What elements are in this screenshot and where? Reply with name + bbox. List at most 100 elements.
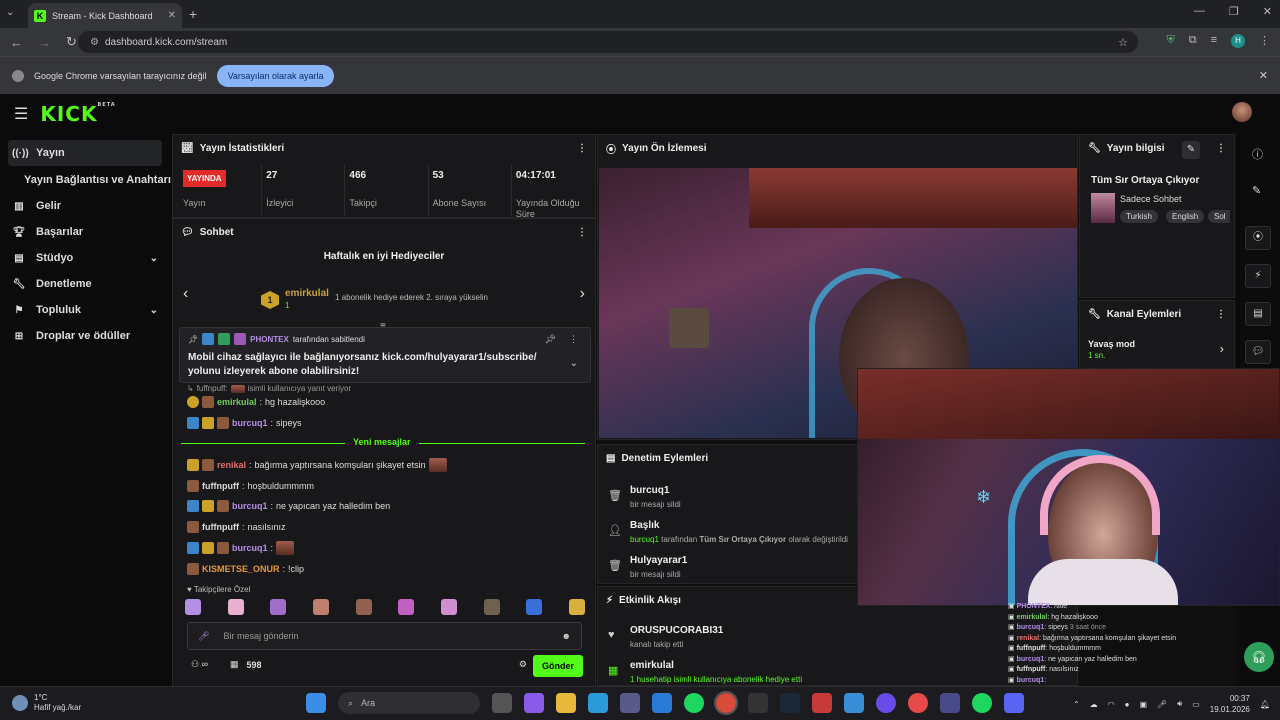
chat-toggle-button[interactable]: 💬︎ — [1245, 340, 1271, 364]
infinity-icon[interactable]: ⚇ ∞ — [191, 659, 208, 670]
taskbar-search[interactable]: ⌕ Ara — [338, 692, 480, 714]
emote-icon[interactable] — [398, 599, 415, 615]
chat-username[interactable]: burcuq1 — [232, 501, 268, 511]
sidebar-item-denetleme[interactable]: 🔧︎ Denetleme — [0, 271, 172, 297]
more-icon[interactable]: ⋮ — [577, 227, 587, 238]
sidebar-item-gelir[interactable]: ▥ Gelir — [0, 193, 172, 219]
kick-logo[interactable]: KICKBETA — [40, 102, 115, 126]
close-window-icon[interactable]: ✕ — [1263, 5, 1272, 18]
file-explorer-icon[interactable] — [556, 693, 576, 713]
app-icon[interactable] — [940, 693, 960, 713]
tab-search-icon[interactable]: ⌄ — [6, 7, 14, 18]
user-avatar[interactable] — [1232, 102, 1252, 122]
weather-widget[interactable]: 1°C Hafif yağ./kar — [12, 693, 81, 713]
emote-icon[interactable] — [270, 599, 287, 615]
support-headset-button[interactable]: 🎧︎ — [1244, 642, 1274, 672]
pinned-by-user[interactable]: PHONTEX — [250, 335, 289, 344]
sidebar-item-studyo[interactable]: ▤ Stüdyo ⌄ — [0, 245, 172, 271]
events-toggle-button[interactable]: ⚡︎ — [1245, 264, 1271, 288]
emote-icon[interactable] — [312, 599, 329, 615]
camera-overlay-window[interactable]: ❄ — [857, 368, 1280, 606]
info-icon[interactable]: ⓘ — [1252, 146, 1263, 162]
browser-tab[interactable]: K Stream - Kick Dashboard ✕ — [28, 3, 182, 28]
chat-username[interactable]: burcuq1 — [232, 418, 268, 428]
steam-icon[interactable] — [780, 693, 800, 713]
emote-icon[interactable] — [483, 599, 500, 615]
shield-extension-icon[interactable]: ⛨ — [1166, 34, 1174, 48]
edit-icon[interactable]: ✎ — [1252, 184, 1261, 197]
browser-menu-icon[interactable]: ⋮ — [1259, 34, 1270, 48]
more-icon[interactable]: ⋮ — [1216, 309, 1226, 320]
bookmark-star-icon[interactable]: ☆ — [1118, 36, 1128, 49]
stream-category[interactable]: Sadece Sohbet — [1120, 194, 1182, 204]
back-icon[interactable]: ← — [10, 35, 28, 50]
windows-start-icon[interactable] — [306, 693, 326, 713]
chevron-right-icon[interactable]: › — [1220, 341, 1224, 356]
new-tab-button[interactable]: + — [189, 6, 197, 22]
speaker-icon[interactable]: 🔊︎ — [1177, 699, 1182, 709]
sidebar-item-droplar[interactable]: ⊞ Droplar ve ödüller — [0, 323, 172, 349]
tray-app-icon[interactable]: ● — [1125, 700, 1130, 709]
chat-username[interactable]: fuffnpuff — [202, 522, 239, 532]
chevron-right-icon[interactable]: › — [580, 285, 585, 303]
tray-app-icon[interactable]: ▣ — [1139, 700, 1147, 709]
tab-list-icon[interactable]: ≡ — [1211, 34, 1217, 48]
chrome-icon[interactable] — [714, 691, 738, 715]
chat-username[interactable]: emirkulal — [217, 397, 257, 407]
more-icon[interactable]: ⋮ — [577, 143, 587, 154]
unpin-icon[interactable]: 📌︎ — [545, 334, 556, 345]
profile-avatar[interactable]: H — [1231, 34, 1245, 48]
clock[interactable]: 00:37 19.01.2026 — [1210, 693, 1250, 715]
mod-actions-toggle-button[interactable]: ▤ — [1245, 302, 1271, 326]
forward-icon[interactable]: → — [38, 35, 56, 50]
battery-icon[interactable]: ▭ — [1192, 700, 1200, 709]
top-gifter-name[interactable]: emirkulal — [285, 288, 329, 299]
emote-icon[interactable] — [526, 599, 543, 615]
chat-username[interactable]: burcuq1 — [232, 543, 268, 553]
edge-icon[interactable] — [588, 693, 608, 713]
menu-icon[interactable]: ☰ — [14, 104, 28, 124]
microphone-icon[interactable]: 🎤︎ — [198, 631, 209, 642]
sidebar-item-stream-key[interactable]: Yayın Bağlantısı ve Anahtarı — [0, 167, 172, 193]
chat-input[interactable]: 🎤︎ Bir mesaj gönderin ☻ — [187, 622, 582, 650]
emote-icon[interactable] — [568, 599, 585, 615]
infobar-close-icon[interactable]: ✕ — [1259, 69, 1268, 82]
outlook-icon[interactable] — [652, 693, 672, 713]
copilot-icon[interactable] — [524, 693, 544, 713]
chat-username[interactable]: fuffnpuff — [202, 481, 239, 491]
spotify-icon[interactable] — [684, 693, 704, 713]
site-info-icon[interactable]: ⚙ — [90, 37, 99, 48]
chevron-up-icon[interactable]: ⌃ — [1073, 700, 1080, 709]
emote-icon[interactable] — [185, 599, 201, 615]
extensions-icon[interactable]: ⧉ — [1189, 34, 1197, 48]
store-icon[interactable] — [620, 693, 640, 713]
send-button[interactable]: Gönder — [532, 655, 583, 677]
discord-icon[interactable] — [1004, 693, 1024, 713]
sidebar-item-topluluk[interactable]: ⚑ Topluluk ⌄ — [0, 297, 172, 323]
spotify-icon[interactable] — [972, 693, 992, 713]
task-view-icon[interactable] — [492, 693, 512, 713]
chevron-down-icon[interactable]: ⌄ — [570, 358, 578, 369]
emoji-icon[interactable]: ☻ — [562, 631, 571, 641]
network-icon[interactable]: ☁ — [1090, 700, 1098, 709]
emote-icon[interactable] — [440, 599, 457, 615]
more-icon[interactable]: ⋮ — [1216, 143, 1226, 154]
preview-toggle-button[interactable]: ⦿ — [1245, 226, 1271, 250]
emote-icon[interactable] — [227, 599, 244, 615]
emote-icon[interactable] — [355, 599, 372, 615]
microphone-icon[interactable]: 🎤︎ — [1157, 700, 1167, 709]
chat-username[interactable]: KISMETSE_ONUR — [202, 564, 280, 574]
more-icon[interactable]: ⋮ — [569, 334, 578, 345]
app-icon[interactable] — [876, 693, 896, 713]
tab-close-icon[interactable]: ✕ — [168, 10, 176, 21]
sidebar-item-basarilar[interactable]: 🏆︎ Başarılar — [0, 219, 172, 245]
sidebar-item-yayin[interactable]: ((·)) Yayın — [8, 140, 162, 166]
minimize-icon[interactable]: — — [1194, 5, 1205, 18]
chevron-left-icon[interactable]: ‹ — [183, 285, 188, 303]
restore-icon[interactable]: ❐ — [1229, 5, 1239, 18]
app-icon[interactable] — [812, 693, 832, 713]
slow-mode-label[interactable]: Yavaş mod — [1088, 339, 1135, 349]
wifi-icon[interactable]: ◠ — [1108, 700, 1115, 709]
app-icon[interactable] — [908, 693, 928, 713]
set-default-button[interactable]: Varsayılan olarak ayarla — [216, 64, 335, 87]
